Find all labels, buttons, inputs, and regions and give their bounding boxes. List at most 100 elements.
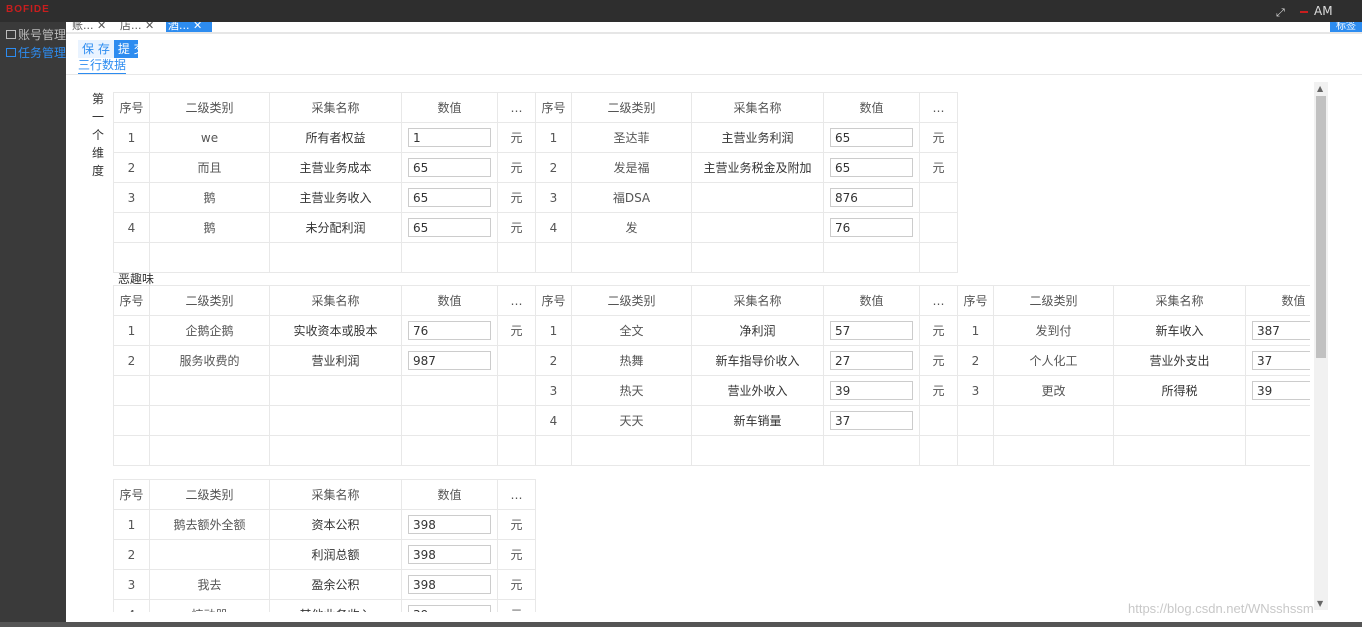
row-unit: 元 [919, 315, 958, 346]
row-seq: 3 [535, 182, 572, 213]
column-header: 序号 [113, 92, 150, 123]
empty-row [957, 405, 1310, 436]
row-category: 鹅 [149, 182, 270, 213]
row-seq: 1 [957, 315, 994, 346]
row-value-cell [1245, 345, 1310, 376]
row-seq: 2 [957, 345, 994, 376]
row-unit [919, 405, 958, 436]
row-unit: 元 [497, 152, 536, 183]
row-unit [919, 182, 958, 213]
user-name[interactable]: AM [1314, 4, 1333, 18]
row-category: 全文 [571, 315, 692, 346]
row-seq: 1 [113, 315, 150, 346]
row-value-cell [823, 405, 920, 436]
row-unit: 元 [497, 539, 536, 570]
row-category: 更改 [993, 375, 1114, 406]
scroll-down-icon[interactable]: ▼ [1317, 599, 1323, 608]
empty-cell [269, 435, 402, 466]
row-value-cell [401, 122, 498, 153]
row-item-name: 营业利润 [269, 345, 402, 376]
row-item-name [691, 182, 824, 213]
value-input[interactable] [408, 188, 491, 207]
save-button[interactable]: 保 存 [78, 40, 114, 58]
value-input[interactable] [408, 321, 491, 340]
tab-store[interactable]: 店... ✕ [118, 22, 164, 32]
scroll-thumb[interactable] [1316, 96, 1326, 358]
row-category: 天天 [571, 405, 692, 436]
watermark: https://blog.csdn.net/WNsshssm [1128, 601, 1314, 616]
table-row: 1 发到付 新车收入 [957, 315, 1310, 346]
row-unit: 元 [497, 315, 536, 346]
value-input[interactable] [830, 128, 913, 147]
value-input[interactable] [830, 381, 913, 400]
empty-cell [497, 435, 536, 466]
value-input[interactable] [408, 575, 491, 594]
row-category: 热天 [571, 375, 692, 406]
column-header: 采集名称 [269, 479, 402, 510]
value-input[interactable] [408, 351, 491, 370]
row-item-name: 所得税 [1113, 375, 1246, 406]
row-unit: 元 [497, 212, 536, 243]
value-input[interactable] [1252, 351, 1310, 370]
close-icon[interactable]: ✕ [145, 22, 154, 32]
empty-cell [401, 435, 498, 466]
empty-cell [149, 375, 270, 406]
table-row: 1全文净利润 元 [535, 315, 958, 346]
submit-button[interactable]: 提 交 [113, 40, 138, 58]
tab-active[interactable]: 酒... ✕ [166, 22, 212, 32]
value-input[interactable] [830, 351, 913, 370]
value-input[interactable] [830, 158, 913, 177]
empty-cell [401, 405, 498, 436]
row-value-cell [823, 345, 920, 376]
table-header-row: 序号二级类别采集名称数值… [957, 285, 1310, 316]
close-icon[interactable]: ✕ [97, 22, 106, 32]
close-icon[interactable]: ✕ [193, 22, 202, 32]
vertical-scrollbar[interactable]: ▲ ▼ [1314, 82, 1328, 610]
column-header: 数值 [1245, 285, 1310, 316]
row-category: 企鹅企鹅 [149, 315, 270, 346]
value-input[interactable] [830, 218, 913, 237]
data-table: 序号二级类别采集名称数值…1发到付新车收入2个人化工营业外支出3更改所得税 [957, 285, 1310, 466]
dimension-label: 第一个维度 [92, 92, 105, 178]
row-category: 我去 [149, 569, 270, 600]
tab-account[interactable]: 账... ✕ [70, 22, 116, 32]
row-value-cell [1245, 375, 1310, 406]
row-category: 发是福 [571, 152, 692, 183]
subtab-divider [66, 74, 1362, 75]
value-input[interactable] [830, 321, 913, 340]
column-header: 采集名称 [691, 92, 824, 123]
value-input[interactable] [408, 218, 491, 237]
tab-three-row-data[interactable]: 三行数据 [78, 58, 127, 74]
content-area: 第一个维度 序号二级类别采集名称数值…1we所有者权益元2而且主营业务成本元3鹅… [66, 82, 1310, 612]
value-input[interactable] [408, 515, 491, 534]
table-row: 1鹅去额外全额资本公积 元 [113, 509, 536, 540]
row-value-cell [823, 182, 920, 213]
table-row: 4鹅未分配利润 元 [113, 212, 536, 243]
value-input[interactable] [408, 545, 491, 564]
value-input[interactable] [408, 605, 491, 612]
column-header: 序号 [957, 285, 994, 316]
row-item-name: 未分配利润 [269, 212, 402, 243]
scroll-up-icon[interactable]: ▲ [1317, 84, 1323, 93]
data-table: 序号二级类别采集名称数值…1圣达菲主营业务利润元2发是福主营业务税金及附加元3福… [535, 92, 958, 273]
row-category: 发 [571, 212, 692, 243]
value-input[interactable] [830, 411, 913, 430]
value-input[interactable] [408, 128, 491, 147]
column-header: 二级类别 [571, 285, 692, 316]
sidebar-item-account[interactable]: 账号管理 [6, 26, 66, 43]
table-row: 1we所有者权益 元 [113, 122, 536, 153]
fullscreen-icon[interactable]: ⤢ [1276, 6, 1285, 20]
value-input[interactable] [1252, 321, 1310, 340]
row-category: 热舞 [571, 345, 692, 376]
empty-cell [691, 435, 824, 466]
column-header: 二级类别 [149, 479, 270, 510]
value-input[interactable] [830, 188, 913, 207]
value-input[interactable] [1252, 381, 1310, 400]
empty-cell [149, 405, 270, 436]
sidebar-item-task[interactable]: 任务管理 [6, 44, 66, 61]
row-unit: 元 [497, 509, 536, 540]
row-unit: 元 [919, 122, 958, 153]
value-input[interactable] [408, 158, 491, 177]
row-item-name: 资本公积 [269, 509, 402, 540]
table-header-row: 序号二级类别采集名称数值… [113, 92, 536, 123]
